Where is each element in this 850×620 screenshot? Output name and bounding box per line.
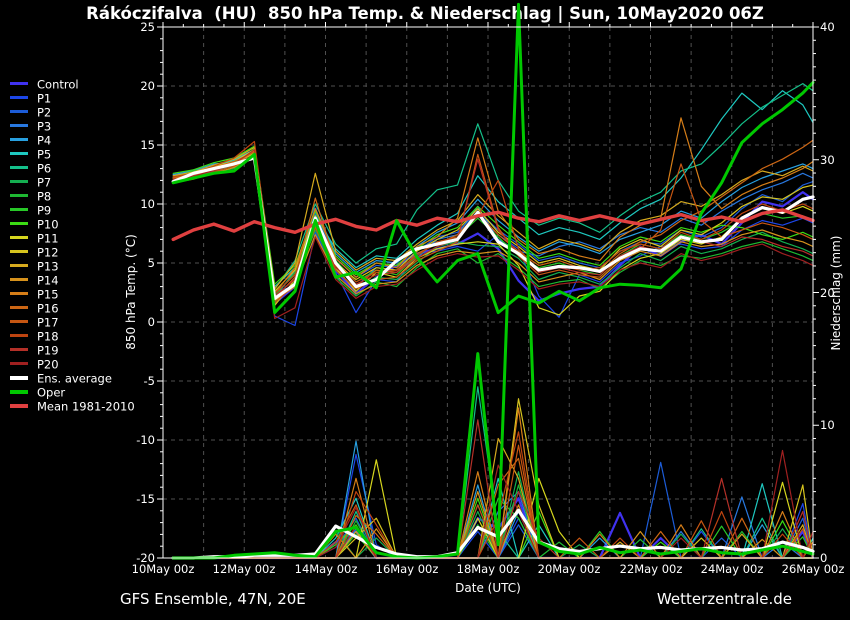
- legend-color-dash: [10, 124, 28, 127]
- legend-label: P19: [37, 344, 59, 358]
- legend-color-dash: [10, 138, 28, 141]
- legend-label: P17: [37, 316, 59, 330]
- legend-item-p14: P14: [10, 273, 135, 287]
- legend-item-p8: P8: [10, 189, 135, 203]
- date-tick-label: 18May 00z: [450, 563, 526, 576]
- legend-color-dash: [10, 208, 28, 211]
- legend-item-p3: P3: [10, 119, 135, 133]
- temp-tick-label: 25: [121, 21, 155, 34]
- legend-color-dash: [10, 222, 28, 225]
- legend-label: P16: [37, 302, 59, 316]
- legend-color-dash: [10, 376, 28, 380]
- legend-label: P4: [37, 134, 51, 148]
- legend-item-p4: P4: [10, 133, 135, 147]
- legend-label: P15: [37, 288, 59, 302]
- legend-item-p16: P16: [10, 301, 135, 315]
- footer-model-info: GFS Ensemble, 47N, 20E: [120, 590, 306, 608]
- legend-color-dash: [10, 390, 28, 394]
- legend-item-p19: P19: [10, 343, 135, 357]
- legend-label: P3: [37, 120, 51, 134]
- gridlines: [163, 27, 813, 558]
- legend-color-dash: [10, 292, 28, 295]
- legend-color-dash: [10, 236, 28, 239]
- legend-label: P12: [37, 246, 59, 260]
- date-tick-label: 12May 00z: [206, 563, 282, 576]
- date-tick-label: 10May 00z: [125, 563, 201, 576]
- date-tick-label: 14May 00z: [288, 563, 364, 576]
- legend-label: P6: [37, 162, 51, 176]
- legend-label: Mean 1981-2010: [37, 400, 135, 414]
- legend-item-p12: P12: [10, 245, 135, 259]
- temp-tick-label: -15: [121, 493, 155, 506]
- precip-series: [173, 387, 813, 558]
- date-tick-label: 26May 00z: [775, 563, 850, 576]
- temp-series: [173, 4, 813, 558]
- legend-label: Control: [37, 78, 79, 92]
- legend-label: P5: [37, 148, 51, 162]
- legend-item-p6: P6: [10, 161, 135, 175]
- legend-item-p10: P10: [10, 217, 135, 231]
- legend-label: P11: [37, 232, 59, 246]
- legend-label: P10: [37, 218, 59, 232]
- legend-item-ens-average: Ens. average: [10, 371, 135, 385]
- legend-color-dash: [10, 264, 28, 267]
- legend-color-dash: [10, 166, 28, 169]
- legend-item-p9: P9: [10, 203, 135, 217]
- legend-color-dash: [10, 82, 28, 85]
- legend-color-dash: [10, 96, 28, 99]
- legend-item-p17: P17: [10, 315, 135, 329]
- precip-tick-label: 30: [820, 154, 850, 167]
- meteogram-page: Rákóczifalva (HU) 850 hPa Temp. & Nieder…: [0, 0, 850, 620]
- date-tick-label: 20May 00z: [531, 563, 607, 576]
- x-axis-title: Date (UTC): [388, 581, 588, 595]
- legend-label: P8: [37, 190, 51, 204]
- temp-tick-label: -10: [121, 434, 155, 447]
- legend-label: P13: [37, 260, 59, 274]
- date-tick-label: 16May 00z: [369, 563, 445, 576]
- legend-item-p15: P15: [10, 287, 135, 301]
- legend-item-p18: P18: [10, 329, 135, 343]
- legend-item-control: Control: [10, 77, 135, 91]
- legend-color-dash: [10, 152, 28, 155]
- legend-label: P20: [37, 358, 59, 372]
- precip-tick-label: 10: [820, 419, 850, 432]
- legend-item-p5: P5: [10, 147, 135, 161]
- legend-item-oper: Oper: [10, 385, 135, 399]
- legend-color-dash: [10, 306, 28, 309]
- legend-item-p13: P13: [10, 259, 135, 273]
- legend-color-dash: [10, 334, 28, 337]
- date-tick-label: 24May 00z: [694, 563, 770, 576]
- legend-label: Ens. average: [37, 372, 112, 386]
- legend-color-dash: [10, 404, 28, 408]
- legend-item-p2: P2: [10, 105, 135, 119]
- date-tick-label: 22May 00z: [613, 563, 689, 576]
- legend-item-p1: P1: [10, 91, 135, 105]
- right-axis-title: Niederschlag (mm): [829, 236, 843, 351]
- legend-color-dash: [10, 278, 28, 281]
- legend-item-p7: P7: [10, 175, 135, 189]
- legend-label: P18: [37, 330, 59, 344]
- legend: ControlP1P2P3P4P5P6P7P8P9P10P11P12P13P14…: [10, 77, 135, 413]
- precip-tick-label: 40: [820, 21, 850, 34]
- legend-color-dash: [10, 320, 28, 323]
- legend-label: P1: [37, 92, 51, 106]
- legend-item-p11: P11: [10, 231, 135, 245]
- legend-color-dash: [10, 250, 28, 253]
- legend-item-p20: P20: [10, 357, 135, 371]
- legend-label: P9: [37, 204, 51, 218]
- legend-label: Oper: [37, 386, 65, 400]
- legend-label: P7: [37, 176, 51, 190]
- legend-color-dash: [10, 348, 28, 351]
- legend-label: P14: [37, 274, 59, 288]
- footer-site-name: Wetterzentrale.de: [657, 590, 792, 608]
- legend-color-dash: [10, 362, 28, 365]
- legend-color-dash: [10, 110, 28, 113]
- legend-item-mean-1981-2010: Mean 1981-2010: [10, 399, 135, 413]
- legend-color-dash: [10, 194, 28, 197]
- legend-label: P2: [37, 106, 51, 120]
- left-axis-title: 850 hPa Temp. (°C): [124, 234, 138, 350]
- legend-color-dash: [10, 180, 28, 183]
